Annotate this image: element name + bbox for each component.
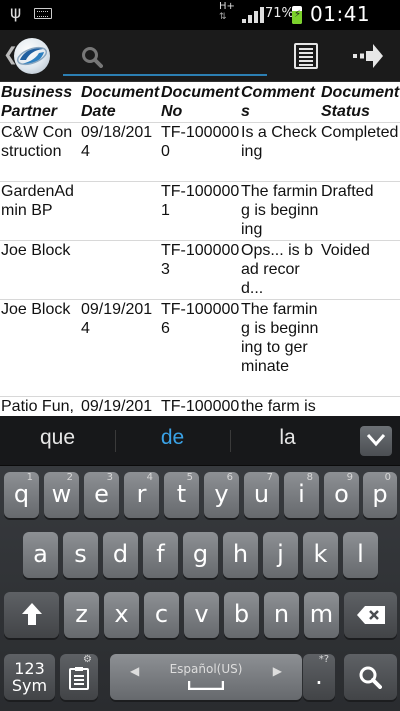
cell-document-status: Voided	[321, 241, 370, 259]
cell-document-status	[320, 299, 400, 396]
cell-business-partner: Joe Block	[1, 300, 71, 318]
key-j[interactable]: j	[263, 532, 298, 578]
cell-document-status: Completed	[321, 123, 399, 141]
status-bar: ψ H+⇅ 71% ⚡ 01:41 AM	[0, 0, 400, 50]
key-y[interactable]: y6	[204, 472, 239, 518]
cell-comments: Ops... is bad record...	[241, 241, 314, 297]
header-document-status[interactable]: Document Status	[320, 82, 400, 122]
key-w[interactable]: w2	[44, 472, 79, 518]
table-row[interactable]: GardenAdmin BP TF-1000001 The farming is…	[0, 181, 400, 240]
header-comments[interactable]: Comments	[240, 82, 320, 122]
key-v[interactable]: v	[184, 592, 219, 638]
suggestion-1[interactable]: que	[0, 426, 115, 450]
header-document-date[interactable]: Document Date	[80, 82, 160, 122]
shift-key[interactable]	[4, 592, 59, 638]
key-g[interactable]: g	[183, 532, 218, 578]
cell-document-date	[80, 240, 160, 299]
table-row[interactable]: C&W Construction 09/18/2014 TF-1000000 I…	[0, 122, 400, 181]
collapse-keyboard-button[interactable]	[360, 426, 392, 456]
search-key[interactable]	[344, 654, 397, 700]
cell-business-partner: Patio Fun,	[1, 397, 74, 415]
header-document-no[interactable]: Document No	[160, 82, 240, 122]
cell-document-no: TF-1000001	[161, 182, 240, 219]
table-row[interactable]: Patio Fun, 09/19/201 TF-100000 the farm …	[0, 396, 400, 416]
key-d[interactable]: d	[103, 532, 138, 578]
key-e[interactable]: e3	[84, 472, 119, 518]
cell-business-partner: C&W Construction	[1, 123, 73, 160]
key-k[interactable]: k	[303, 532, 338, 578]
key-o[interactable]: o9	[324, 472, 359, 518]
key-f[interactable]: f	[143, 532, 178, 578]
documents-table: Business Partner Document Date Document …	[0, 82, 400, 416]
cell-comments: The farming is beginning	[241, 182, 319, 238]
battery-percent: 71%	[265, 6, 294, 21]
cell-document-date: 09/18/2014	[81, 123, 153, 160]
suggestion-bar: que de la	[0, 416, 400, 466]
cell-comments: the farm is	[241, 397, 316, 415]
key-x[interactable]: x	[104, 592, 139, 638]
table-header-row: Business Partner Document Date Document …	[0, 82, 400, 122]
battery-charging-icon: ⚡	[292, 6, 302, 24]
key-h[interactable]: h	[223, 532, 258, 578]
chevron-down-icon	[366, 434, 386, 447]
key-s[interactable]: s	[63, 532, 98, 578]
cell-document-date: 09/19/2014	[81, 300, 153, 337]
key-i[interactable]: i8	[284, 472, 319, 518]
keyboard-icon	[34, 8, 52, 19]
cell-document-no: TF-1000000	[161, 123, 240, 160]
clipboard-key[interactable]: ⚙	[60, 654, 98, 700]
table-row[interactable]: Joe Block 09/19/2014 TF-1000006 The farm…	[0, 299, 400, 396]
key-l[interactable]: l	[343, 532, 378, 578]
suggestion-3[interactable]: la	[230, 426, 345, 450]
cell-document-status	[320, 396, 400, 416]
symbols-key[interactable]: 123 Sym	[4, 654, 55, 700]
list-icon[interactable]	[294, 43, 318, 69]
space-key[interactable]: ◀ Español(US) ▶	[110, 654, 302, 700]
key-t[interactable]: t5	[164, 472, 199, 518]
space-bar-icon	[188, 681, 224, 690]
key-c[interactable]: c	[144, 592, 179, 638]
cell-document-date	[80, 181, 160, 240]
network-type: H+ ⇅	[219, 1, 235, 23]
key-a[interactable]: a	[23, 532, 58, 578]
cell-comments: Is a Checking	[241, 123, 317, 160]
document-list: Business Partner Document Date Document …	[0, 82, 400, 416]
cell-document-no: TF-1000003	[161, 241, 240, 278]
backspace-key[interactable]	[344, 592, 397, 638]
search-input[interactable]	[111, 42, 261, 70]
table-row[interactable]: Joe Block TF-1000003 Ops... is bad recor…	[0, 240, 400, 299]
cell-document-no: TF-1000006	[161, 300, 240, 337]
key-p[interactable]: p0	[363, 472, 397, 518]
cell-business-partner: Joe Block	[1, 241, 71, 259]
soft-keyboard: que de la q1 w2 e3 r4 t5 y6 u7 i8 o9 p0 …	[0, 416, 400, 711]
clipboard-icon	[69, 667, 89, 690]
key-m[interactable]: m	[304, 592, 339, 638]
cell-document-date: 09/19/201	[81, 397, 153, 415]
search-icon	[359, 666, 382, 689]
search-field[interactable]	[63, 38, 267, 76]
header-business-partner[interactable]: Business Partner	[0, 82, 80, 122]
period-key[interactable]: . *?	[303, 654, 335, 700]
cell-document-no: TF-100000	[161, 397, 240, 415]
signal-icon	[242, 7, 264, 23]
forward-arrow-icon[interactable]	[352, 43, 384, 69]
cell-document-status: Drafted	[321, 182, 374, 200]
key-q[interactable]: q1	[4, 472, 39, 518]
search-icon	[82, 47, 103, 68]
action-bar: ❮	[0, 30, 400, 82]
usb-icon: ψ	[10, 3, 22, 23]
cell-comments: The farming is beginning to germinate	[241, 300, 319, 375]
key-n[interactable]: n	[264, 592, 299, 638]
cell-business-partner: GardenAdmin BP	[1, 182, 74, 219]
shift-icon	[22, 603, 42, 625]
language-next-icon: ▶	[272, 664, 282, 678]
suggestion-2[interactable]: de	[115, 426, 230, 450]
key-b[interactable]: b	[224, 592, 259, 638]
key-z[interactable]: z	[64, 592, 99, 638]
key-r[interactable]: r4	[124, 472, 159, 518]
app-logo-icon[interactable]	[14, 38, 50, 74]
key-u[interactable]: u7	[244, 472, 279, 518]
backspace-icon	[357, 606, 385, 624]
